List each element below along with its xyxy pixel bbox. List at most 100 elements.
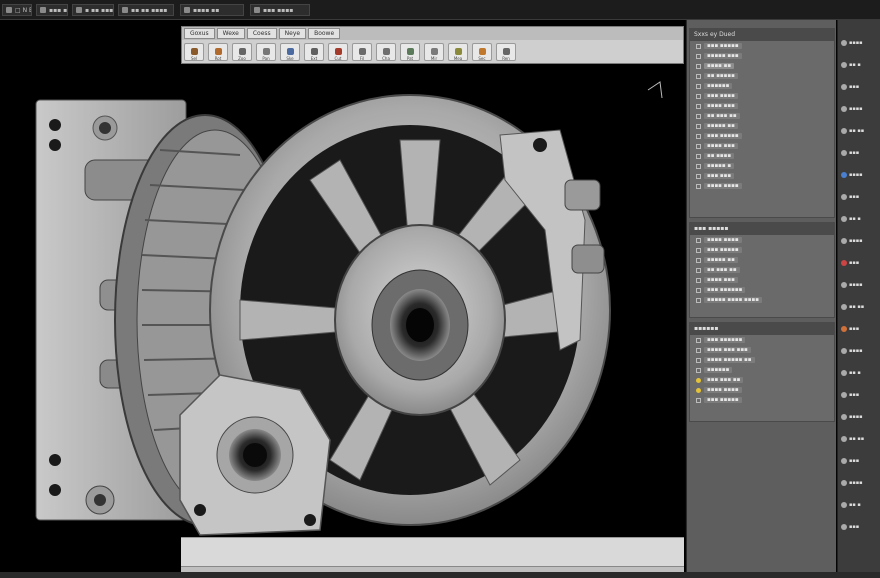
zoom-icon[interactable]: Zoo — [232, 43, 252, 61]
pan-icon[interactable]: Pan — [256, 43, 276, 61]
pattern-icon[interactable]: Pat — [400, 43, 420, 61]
checkbox-icon — [696, 173, 701, 179]
mirror-icon[interactable]: Mir — [424, 43, 444, 61]
menu-item-0[interactable]: □ N Bsmmer — [2, 4, 32, 16]
tree-item-label: ▪▪▪▪ ▪▪▪▪▪ ▪▪ — [704, 357, 755, 363]
property-item[interactable]: ▪▪▪ — [841, 456, 879, 466]
tree-item[interactable]: ▪▪▪▪▪ ▪▪▪ — [690, 51, 834, 61]
tree-item[interactable]: ▪▪▪ ▪▪▪ — [690, 171, 834, 181]
panel-section-header[interactable]: ▪▪▪▪▪▪ — [690, 323, 834, 335]
menu-item-2[interactable]: ▪ ▪▪ ▪▪▪ — [72, 4, 114, 16]
property-item[interactable]: ▪▪ ▪ — [841, 60, 879, 70]
tree-item[interactable]: ▪▪ ▪▪▪▪ — [690, 151, 834, 161]
property-item[interactable]: ▪▪▪ — [841, 324, 879, 334]
mechanical-part-model[interactable] — [0, 20, 685, 572]
tree-item[interactable]: ▪▪▪▪ ▪▪▪▪▪ ▪▪ — [690, 355, 834, 365]
property-icon — [841, 524, 847, 530]
menu-item-1[interactable]: ▪▪▪ ▪▪ — [36, 4, 68, 16]
panel-section-header[interactable]: Sxxs ey Dued — [690, 29, 834, 41]
tree-item[interactable]: ▪▪ ▪▪▪ ▪▪ — [690, 111, 834, 121]
tree-item[interactable]: ▪▪▪ ▪▪▪▪▪ — [690, 245, 834, 255]
menu-item-3[interactable]: ▪▪ ▪▪ ▪▪▪▪ — [118, 4, 174, 16]
property-item[interactable]: ▪▪ ▪ — [841, 500, 879, 510]
property-item[interactable]: ▪▪ ▪ — [841, 214, 879, 224]
tree-item[interactable]: ▪▪▪▪ ▪▪▪ — [690, 101, 834, 111]
tool-label: Ext — [310, 56, 318, 61]
checkbox-icon — [696, 257, 701, 263]
fillet-icon[interactable]: Fil — [352, 43, 372, 61]
property-item[interactable]: ▪▪ ▪▪ — [841, 302, 879, 312]
property-item[interactable]: ▪▪▪▪ — [841, 38, 879, 48]
property-item[interactable]: ▪▪▪▪ — [841, 412, 879, 422]
property-item[interactable]: ▪▪ ▪▪ — [841, 126, 879, 136]
sketch-icon[interactable]: Ske — [280, 43, 300, 61]
tab-0[interactable]: Goxus — [184, 28, 215, 39]
property-item[interactable]: ▪▪▪▪ — [841, 346, 879, 356]
cursor-icon[interactable]: Sel — [184, 43, 204, 61]
tree-item[interactable]: ▪▪▪▪▪ ▪▪▪▪ ▪▪▪▪ — [690, 295, 834, 305]
tree-item[interactable]: ▪▪▪▪▪ ▪▪ — [690, 121, 834, 131]
property-item[interactable]: ▪▪▪ — [841, 192, 879, 202]
tree-item[interactable]: ▪▪▪ ▪▪▪ ▪▪ — [690, 375, 834, 385]
chamfer-icon[interactable]: Cha — [376, 43, 396, 61]
tree-item[interactable]: ▪▪▪▪ ▪▪▪ — [690, 275, 834, 285]
tool-label: Sel — [190, 56, 198, 61]
tree-item[interactable]: ▪▪▪ ▪▪▪▪▪▪ — [690, 285, 834, 295]
menu-item-4[interactable]: ▪▪▪▪ ▪▪ — [180, 4, 244, 16]
property-item[interactable]: ▪▪▪▪ — [841, 478, 879, 488]
cut-icon[interactable]: Cut — [328, 43, 348, 61]
checkbox-icon — [696, 83, 701, 89]
view-cube-hint[interactable] — [647, 81, 663, 99]
tree-item[interactable]: ▪▪ ▪▪▪ ▪▪ — [690, 265, 834, 275]
property-icon — [841, 480, 847, 486]
property-icon — [841, 370, 847, 376]
property-icon — [841, 282, 847, 288]
property-item[interactable]: ▪▪▪ — [841, 390, 879, 400]
measure-icon[interactable]: Mea — [448, 43, 468, 61]
tree-item[interactable]: ▪▪▪▪ ▪▪▪▪ — [690, 235, 834, 245]
tree-item[interactable]: ▪▪▪▪ ▪▪▪▪ — [690, 385, 834, 395]
tree-item[interactable]: ▪▪▪▪ ▪▪▪ ▪▪▪ — [690, 345, 834, 355]
tree-item-label: ▪▪▪▪▪ ▪▪▪▪ ▪▪▪▪ — [704, 297, 762, 303]
menu-icon — [6, 7, 12, 13]
extrude-icon[interactable]: Ext — [304, 43, 324, 61]
tree-item[interactable]: ▪▪▪ ▪▪▪▪▪ — [690, 131, 834, 141]
tree-item[interactable]: ▪▪▪ ▪▪▪▪▪ — [690, 41, 834, 51]
property-item[interactable]: ▪▪▪▪ — [841, 280, 879, 290]
tree-item[interactable]: ▪▪▪▪▪▪ — [690, 365, 834, 375]
panel-section-header[interactable]: ▪▪▪ ▪▪▪▪▪ — [690, 223, 834, 235]
property-item[interactable]: ▪▪▪▪ — [841, 170, 879, 180]
tree-item[interactable]: ▪▪▪▪▪ ▪ — [690, 161, 834, 171]
tree-item[interactable]: ▪▪▪▪ ▪▪ — [690, 61, 834, 71]
tree-item[interactable]: ▪▪▪▪ ▪▪▪▪ — [690, 181, 834, 191]
tab-2[interactable]: Coess — [246, 28, 277, 39]
property-item[interactable]: ▪▪▪▪ — [841, 236, 879, 246]
tab-3[interactable]: Neye — [278, 28, 307, 39]
rotate-icon[interactable]: Rot — [208, 43, 228, 61]
property-item[interactable]: ▪▪▪ — [841, 258, 879, 268]
property-item[interactable]: ▪▪ ▪ — [841, 368, 879, 378]
property-item[interactable]: ▪▪▪ — [841, 522, 879, 532]
tree-item[interactable]: ▪▪▪▪▪ ▪▪ — [690, 255, 834, 265]
property-item[interactable]: ▪▪ ▪▪ — [841, 434, 879, 444]
property-icon — [841, 62, 847, 68]
menu-item-5[interactable]: ▪▪▪ ▪▪▪▪ — [250, 4, 310, 16]
menu-item-label: ▪▪▪ ▪▪ — [49, 6, 68, 14]
property-item[interactable]: ▪▪▪▪ — [841, 104, 879, 114]
checkbox-icon — [696, 103, 701, 109]
tree-item[interactable]: ▪▪▪ ▪▪▪▪▪ — [690, 395, 834, 405]
tree-item[interactable]: ▪▪▪▪▪▪ — [690, 81, 834, 91]
checkbox-icon — [696, 297, 701, 303]
property-item[interactable]: ▪▪▪ — [841, 82, 879, 92]
section-icon[interactable]: Sec — [472, 43, 492, 61]
tree-item[interactable]: ▪▪▪▪ ▪▪▪ — [690, 141, 834, 151]
tool-label: Zoo — [238, 56, 246, 61]
3d-viewport[interactable]: Goxus Wexe Coess Neye Boowe Sel Rot Zoo Pan Ske E… — [0, 20, 685, 572]
tab-1[interactable]: Wexe — [216, 28, 245, 39]
tab-4[interactable]: Boowe — [308, 28, 341, 39]
tree-item[interactable]: ▪▪ ▪▪▪▪▪ — [690, 71, 834, 81]
tree-item[interactable]: ▪▪▪ ▪▪▪▪ — [690, 91, 834, 101]
tree-item[interactable]: ▪▪▪ ▪▪▪▪▪▪ — [690, 335, 834, 345]
render-icon[interactable]: Ren — [496, 43, 516, 61]
property-item[interactable]: ▪▪▪ — [841, 148, 879, 158]
